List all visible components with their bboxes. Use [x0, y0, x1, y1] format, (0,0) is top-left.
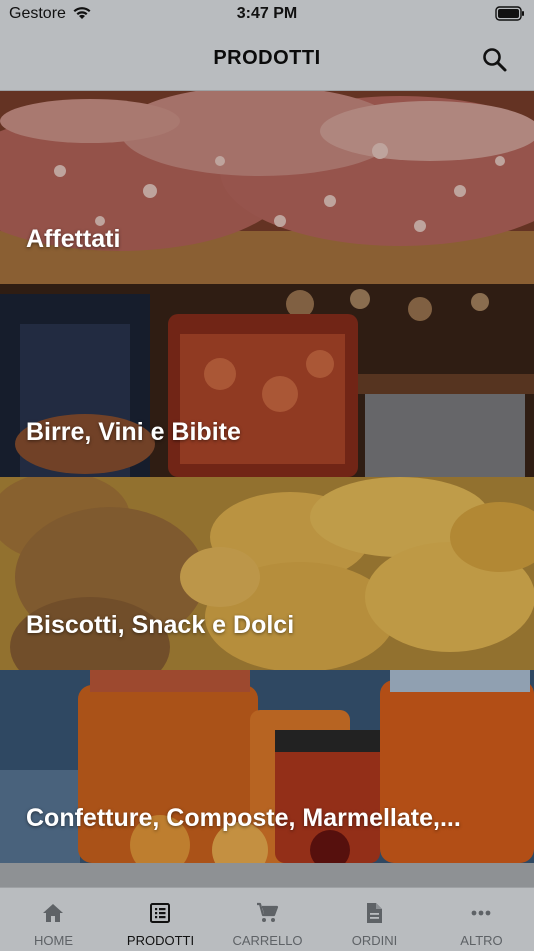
search-icon	[483, 48, 507, 72]
tab-label: ALTRO	[460, 933, 503, 948]
battery-icon	[495, 6, 525, 26]
tab-label: ORDINI	[351, 933, 398, 948]
tab-home[interactable]: HOME	[0, 888, 107, 951]
search-button[interactable]	[480, 45, 510, 75]
document-icon	[367, 903, 382, 923]
image-overlay	[0, 91, 534, 284]
page-title: PRODOTTI	[213, 47, 321, 69]
more-icon	[471, 910, 491, 916]
category-label: Affettati	[26, 225, 121, 253]
category-label: Confetture, Composte, Marmellate,...	[26, 804, 461, 832]
cart-icon	[257, 902, 279, 922]
tab-label: HOME	[34, 933, 73, 948]
app-header: PRODOTTI	[0, 28, 534, 91]
image-overlay	[0, 284, 534, 477]
category-card-next[interactable]	[0, 863, 534, 887]
status-bar: Gestore 3:47 PM	[0, 0, 534, 28]
tab-bar: HOME PRODOTTI CARRELLO ORDINI ALTRO	[0, 887, 534, 951]
tab-label: CARRELLO	[232, 933, 303, 948]
clock: 3:47 PM	[236, 5, 298, 22]
category-list[interactable]: Affettati Birre, Vini e Bibite Biscotti,…	[0, 91, 534, 887]
category-label: Birre, Vini e Bibite	[26, 418, 241, 446]
category-label: Biscotti, Snack e Dolci	[26, 611, 295, 639]
tab-label: PRODOTTI	[126, 933, 195, 948]
list-icon	[150, 903, 170, 923]
image-overlay	[0, 670, 534, 863]
category-card-jams[interactable]: Confetture, Composte, Marmellate,...	[0, 670, 534, 863]
image-overlay	[0, 477, 534, 670]
category-card-affettati[interactable]: Affettati	[0, 91, 534, 284]
tab-prodotti[interactable]: PRODOTTI	[107, 888, 214, 951]
tab-altro[interactable]: ALTRO	[428, 888, 534, 951]
tab-carrello[interactable]: CARRELLO	[214, 888, 321, 951]
category-card-drinks[interactable]: Birre, Vini e Bibite	[0, 284, 534, 477]
home-icon	[43, 904, 63, 922]
category-card-snacks[interactable]: Biscotti, Snack e Dolci	[0, 477, 534, 670]
tab-ordini[interactable]: ORDINI	[321, 888, 428, 951]
